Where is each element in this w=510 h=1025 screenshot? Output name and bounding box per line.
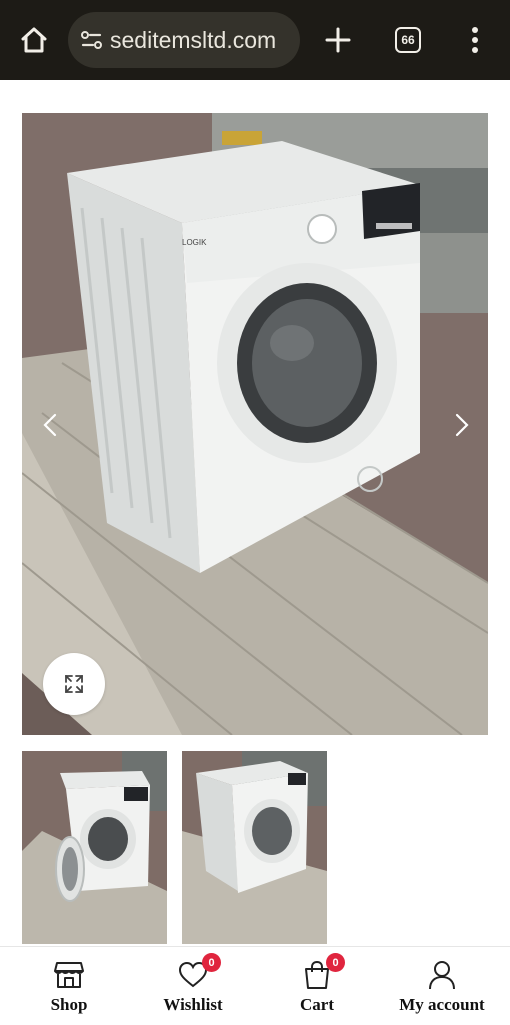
tabs-icon[interactable]: 66	[390, 24, 426, 56]
address-bar[interactable]: seditemsltd.com	[68, 12, 300, 68]
wishlist-badge: 0	[202, 953, 221, 972]
bottom-navigation: Shop 0 Wishlist 0 Cart My account	[0, 946, 510, 1025]
chevron-right-icon[interactable]	[450, 409, 474, 441]
url-text: seditemsltd.com	[110, 26, 277, 53]
svg-text:LOGIK: LOGIK	[182, 238, 207, 247]
more-icon[interactable]	[462, 22, 488, 58]
chevron-left-icon[interactable]	[38, 409, 62, 441]
product-main-image[interactable]: LOGIK	[22, 113, 488, 735]
nav-shop[interactable]: Shop	[30, 947, 108, 1025]
shop-icon	[53, 959, 85, 991]
nav-cart-label: Cart	[300, 995, 334, 1014]
thumbnail-1[interactable]	[22, 751, 167, 944]
cart-badge: 0	[326, 953, 345, 972]
nav-cart[interactable]: 0 Cart	[284, 947, 350, 1025]
nav-my-account[interactable]: My account	[392, 947, 492, 1025]
bag-icon: 0	[301, 953, 345, 991]
nav-wishlist[interactable]: 0 Wishlist	[148, 947, 238, 1025]
thumbnail-2[interactable]	[182, 751, 327, 944]
nav-my-account-label: My account	[399, 995, 485, 1014]
nav-wishlist-label: Wishlist	[163, 995, 223, 1014]
home-icon[interactable]	[16, 22, 52, 58]
tab-count: 66	[401, 33, 415, 47]
expand-icon	[65, 675, 83, 693]
browser-toolbar: seditemsltd.com 66	[0, 0, 510, 80]
new-tab-icon[interactable]	[320, 22, 356, 58]
site-settings-icon[interactable]	[80, 28, 104, 52]
heart-icon: 0	[177, 953, 221, 991]
expand-image-button[interactable]	[43, 653, 105, 715]
nav-shop-label: Shop	[50, 995, 88, 1014]
user-icon	[426, 959, 458, 991]
